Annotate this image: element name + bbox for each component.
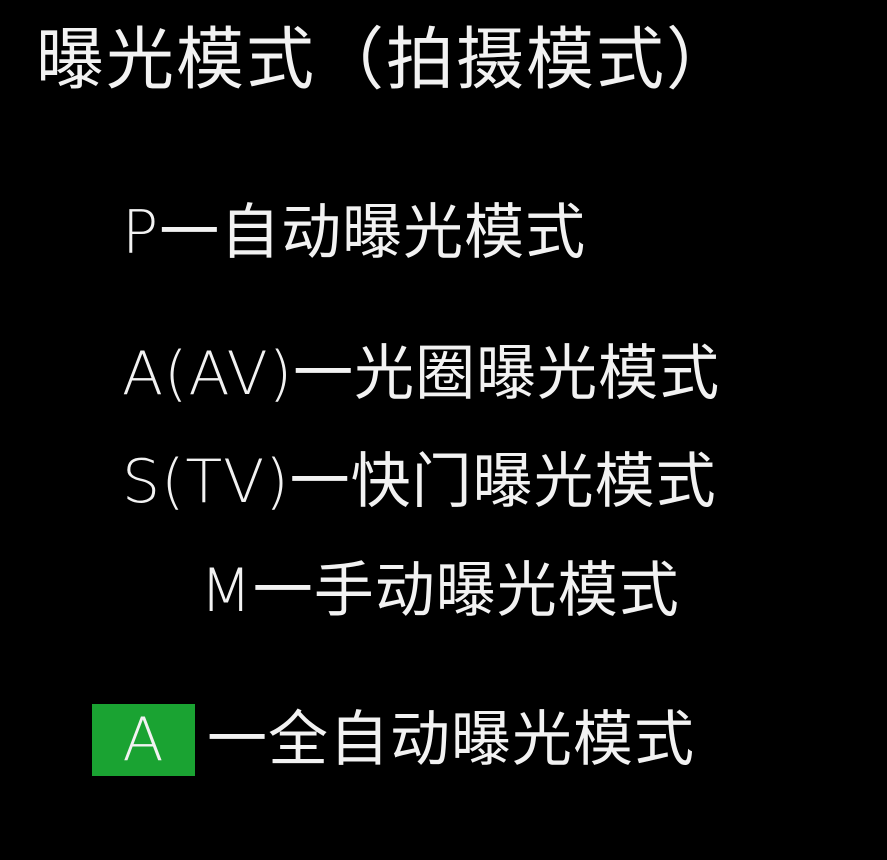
mode-description: 一手动曝光模式 xyxy=(252,556,680,626)
mode-code: P xyxy=(122,198,160,268)
mode-description: 一快门曝光模式 xyxy=(289,447,717,517)
mode-code: S(TV) xyxy=(122,447,290,517)
mode-description: 一光圈曝光模式 xyxy=(293,339,721,409)
mode-description: 一自动曝光模式 xyxy=(159,198,587,268)
mode-full-auto-line: A 一全自动曝光模式 xyxy=(92,704,695,776)
mode-av-line: A(AV)一光圈曝光模式 xyxy=(122,338,720,410)
mode-description: 一全自动曝光模式 xyxy=(207,705,695,775)
mode-code: M xyxy=(200,556,253,626)
mode-m-line: M 一手动曝光模式 xyxy=(200,555,680,627)
green-auto-badge: A xyxy=(92,704,195,776)
mode-p-line: P一自动曝光模式 xyxy=(122,197,586,269)
mode-code: A(AV) xyxy=(122,339,294,409)
mode-tv-line: S(TV)一快门曝光模式 xyxy=(122,446,717,518)
page-title: 曝光模式（拍摄模式） xyxy=(36,21,737,100)
